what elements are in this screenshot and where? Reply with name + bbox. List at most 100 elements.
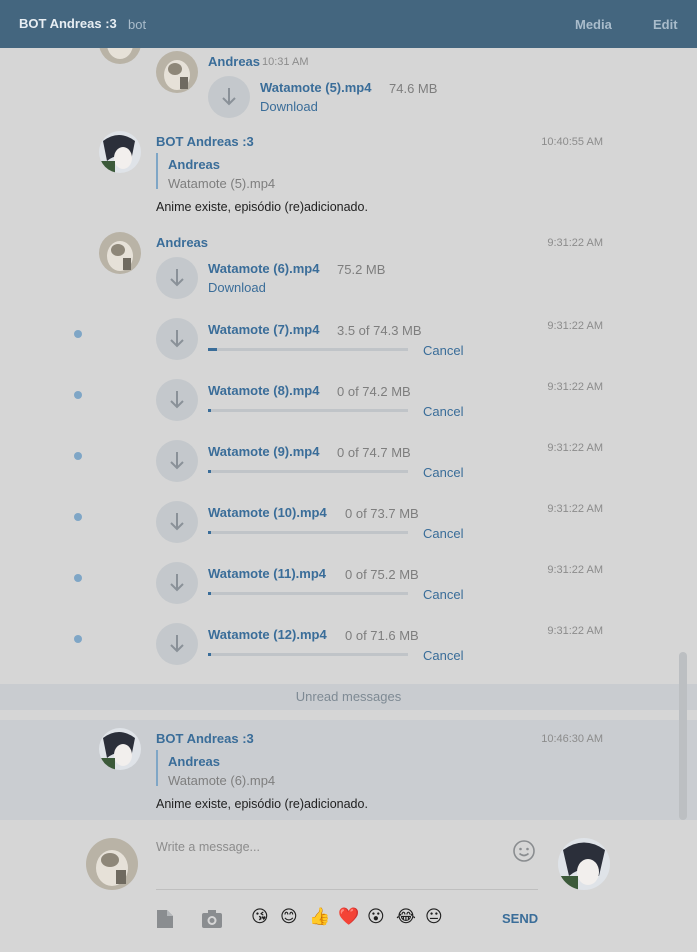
emoji-kiss[interactable]: 😘	[251, 907, 269, 927]
reply-text[interactable]: Watamote (6).mp4	[168, 773, 275, 788]
progress-fill	[208, 470, 211, 473]
download-progress	[208, 592, 408, 595]
cancel-link[interactable]: Cancel	[423, 404, 463, 419]
download-link[interactable]: Download	[260, 99, 318, 114]
message-time: 9:31:22 AM	[547, 237, 603, 249]
download-progress	[208, 470, 408, 473]
progress-fill	[208, 409, 211, 412]
cancel-download-button[interactable]	[156, 501, 198, 543]
download-button[interactable]	[208, 76, 250, 118]
unread-dot	[74, 513, 82, 521]
progress-fill	[208, 653, 211, 656]
unread-dot	[74, 635, 82, 643]
message-time: 9:31:22 AM	[547, 625, 603, 637]
progress-fill	[208, 592, 211, 595]
file-name[interactable]: Watamote (12).mp4	[208, 627, 327, 642]
arrow-down-icon	[170, 574, 184, 592]
arrow-down-icon	[170, 513, 184, 531]
sender-name[interactable]: BOT Andreas :3	[156, 134, 254, 149]
file-name[interactable]: Watamote (9).mp4	[208, 444, 319, 459]
download-button[interactable]	[156, 257, 198, 299]
file-size: 75.2 MB	[337, 262, 386, 277]
sender-name[interactable]: Andreas	[156, 235, 208, 250]
send-button[interactable]: SEND	[502, 911, 538, 926]
file-size: 0 of 74.7 MB	[337, 445, 411, 460]
file-name[interactable]: Watamote (11).mp4	[208, 566, 326, 581]
reply-bar	[156, 153, 158, 189]
emoji-smile[interactable]: 😊	[280, 907, 298, 927]
download-progress	[208, 653, 408, 656]
cancel-download-button[interactable]	[156, 379, 198, 421]
file-size: 0 of 74.2 MB	[337, 384, 411, 399]
file-size: 0 of 75.2 MB	[345, 567, 419, 582]
message-text: Anime existe, episódio (re)adicionado.	[156, 797, 368, 811]
reply-name[interactable]: Andreas	[168, 754, 220, 769]
reply-text[interactable]: Watamote (5).mp4	[168, 176, 275, 191]
sender-name[interactable]: Andreas	[208, 54, 260, 69]
reply-name[interactable]: Andreas	[168, 157, 220, 172]
file-size: 3.5 of 74.3 MB	[337, 323, 422, 338]
avatar[interactable]	[99, 728, 141, 770]
unread-dot	[74, 391, 82, 399]
cancel-download-button[interactable]	[156, 623, 198, 665]
arrow-down-icon	[170, 391, 184, 409]
reply-bar	[156, 750, 158, 786]
arrow-down-icon	[170, 330, 184, 348]
camera-icon[interactable]	[201, 909, 223, 932]
unread-divider: Unread messages	[0, 684, 697, 710]
cancel-link[interactable]: Cancel	[423, 343, 463, 358]
message-time: 9:31:22 AM	[547, 503, 603, 515]
cancel-download-button[interactable]	[156, 318, 198, 360]
message-history[interactable]: Andreas 10:31 AM Watamote (5).mp4 74.6 M…	[0, 48, 697, 820]
file-name[interactable]: Watamote (6).mp4	[208, 261, 319, 276]
cancel-download-button[interactable]	[156, 440, 198, 482]
avatar[interactable]	[156, 51, 198, 93]
message-input[interactable]: Write a message...	[156, 840, 538, 890]
file-name[interactable]: Watamote (5).mp4	[260, 80, 371, 95]
chat-subtitle: bot	[128, 17, 147, 32]
download-progress	[208, 531, 408, 534]
avatar[interactable]	[99, 48, 141, 64]
message-time: 9:31:22 AM	[547, 381, 603, 393]
emoji-joy[interactable]: 😂	[396, 907, 416, 927]
message-text: Anime existe, episódio (re)adicionado.	[156, 200, 368, 214]
cancel-link[interactable]: Cancel	[423, 465, 463, 480]
message-time: 10:40:55 AM	[541, 136, 603, 148]
progress-fill	[208, 348, 218, 351]
arrow-down-icon	[170, 269, 184, 287]
cancel-link[interactable]: Cancel	[423, 648, 463, 663]
edit-button[interactable]: Edit	[653, 17, 678, 32]
file-name[interactable]: Watamote (8).mp4	[208, 383, 319, 398]
emoji-thumbs-up[interactable]: 👍	[309, 907, 330, 927]
cancel-link[interactable]: Cancel	[423, 526, 463, 541]
arrow-down-icon	[222, 88, 236, 106]
progress-fill	[208, 531, 211, 534]
emoji-heart[interactable]: ❤️	[338, 907, 359, 927]
attach-file-icon[interactable]	[156, 909, 174, 932]
cancel-download-button[interactable]	[156, 562, 198, 604]
message-time: 9:31:22 AM	[547, 442, 603, 454]
file-name[interactable]: Watamote (7).mp4	[208, 322, 319, 337]
media-button[interactable]: Media	[575, 17, 612, 32]
sender-name[interactable]: BOT Andreas :3	[156, 731, 254, 746]
avatar[interactable]	[99, 232, 141, 274]
emoji-surprised[interactable]: 😮	[367, 907, 385, 927]
emoji-icon[interactable]	[512, 839, 536, 866]
download-progress	[208, 348, 408, 351]
avatar[interactable]	[99, 131, 141, 173]
scrollbar[interactable]	[679, 60, 687, 822]
cancel-link[interactable]: Cancel	[423, 587, 463, 602]
unread-dot	[74, 574, 82, 582]
file-size: 0 of 71.6 MB	[345, 628, 419, 643]
download-link[interactable]: Download	[208, 280, 266, 295]
download-progress	[208, 409, 408, 412]
emoji-neutral[interactable]: 😐	[425, 907, 443, 927]
file-size: 74.6 MB	[389, 81, 438, 96]
my-avatar[interactable]	[86, 838, 138, 890]
message-time: 9:31:22 AM	[547, 320, 603, 332]
scrollbar-thumb[interactable]	[679, 652, 687, 820]
file-name[interactable]: Watamote (10).mp4	[208, 505, 327, 520]
peer-avatar[interactable]	[558, 838, 610, 890]
chat-title[interactable]: BOT Andreas :3	[19, 16, 117, 31]
unread-dot	[74, 452, 82, 460]
